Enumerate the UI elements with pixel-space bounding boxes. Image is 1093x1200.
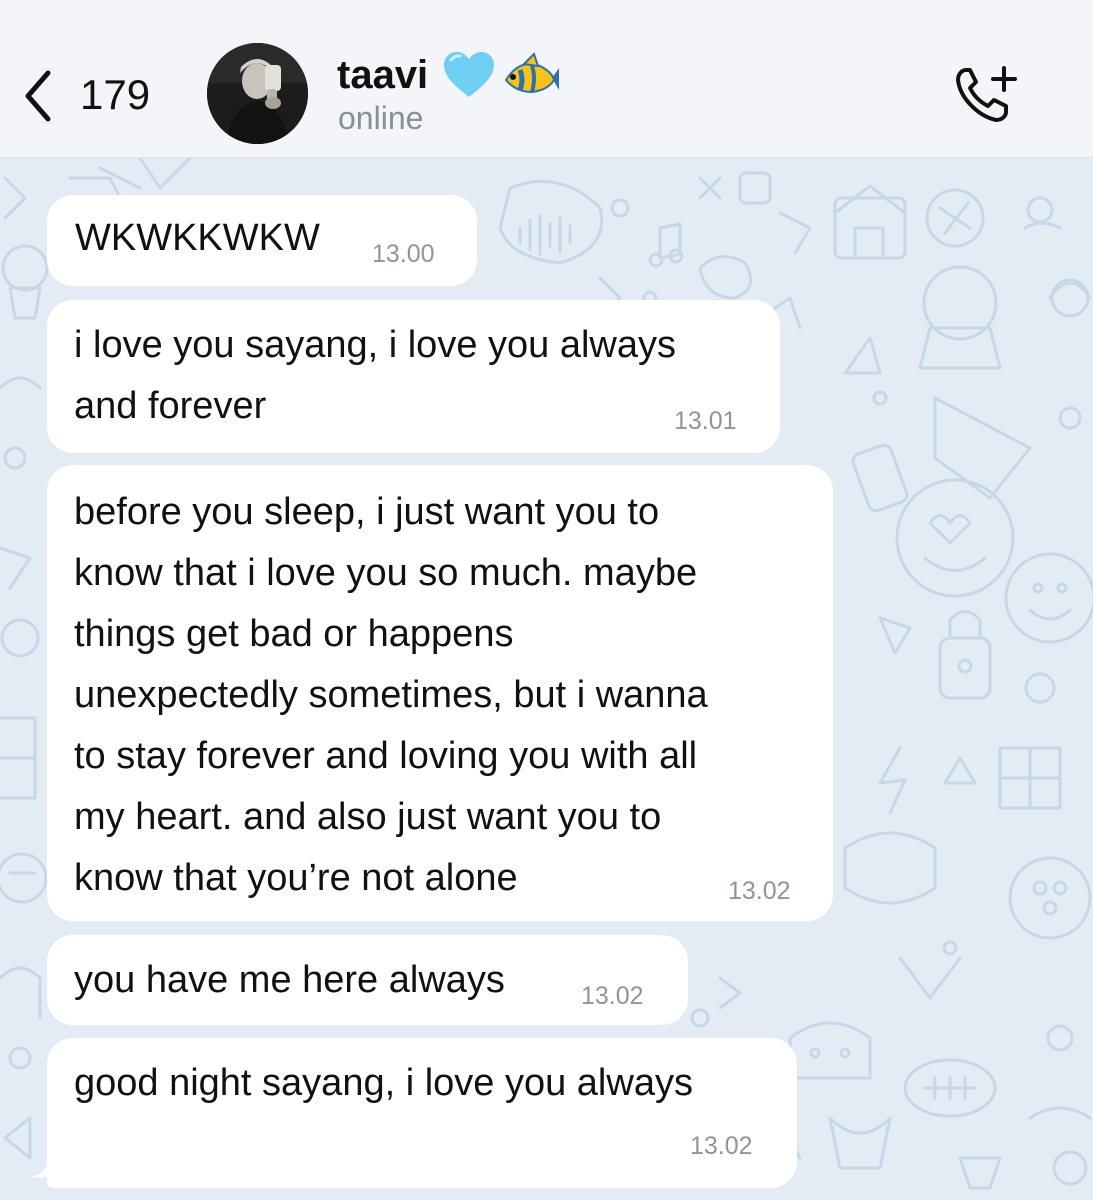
unread-count: 179 [80, 71, 151, 118]
chevron-left-icon [25, 70, 51, 122]
message-bubble[interactable]: WKWKKWKW 13.00 [47, 195, 477, 286]
message-time: 13.02 [728, 877, 791, 905]
message-time: 13.02 [690, 1132, 753, 1160]
add-call-icon[interactable] [952, 62, 1022, 126]
message-bubble[interactable]: you have me here always 13.02 [47, 935, 688, 1025]
message-text: WKWKKWKW [75, 217, 320, 259]
message-time: 13.00 [372, 240, 435, 268]
light-blue-heart-icon [444, 52, 495, 97]
contact-name: taavi [337, 52, 429, 97]
bubble-tail [30, 1143, 64, 1178]
back-button[interactable]: 179 [18, 60, 150, 130]
avatar-photo [207, 43, 308, 144]
chat-area[interactable]: WKWKKWKW 13.00 i love you sayang, i love… [0, 158, 1093, 1200]
message-time: 13.02 [581, 982, 644, 1010]
message-text: good night sayang, i love you always [74, 1062, 693, 1104]
contact-name-row[interactable]: taavi [337, 50, 566, 100]
message-text: before you sleep, i just want you to kno… [74, 491, 708, 899]
message-text: you have me here always [74, 959, 505, 1001]
message-bubble[interactable]: i love you sayang, i love you always and… [47, 300, 780, 453]
contact-status: online [338, 100, 424, 136]
message-text: i love you sayang, i love you always and… [74, 324, 676, 427]
message-bubble[interactable]: before you sleep, i just want you to kno… [47, 465, 833, 921]
chat-header: 179 taavi online [0, 0, 1093, 158]
tropical-fish-icon [504, 52, 560, 94]
avatar[interactable] [207, 43, 308, 144]
message-bubble[interactable]: good night sayang, i love you always 13.… [47, 1038, 797, 1188]
message-time: 13.01 [674, 407, 737, 435]
contact-emojis [442, 50, 566, 100]
